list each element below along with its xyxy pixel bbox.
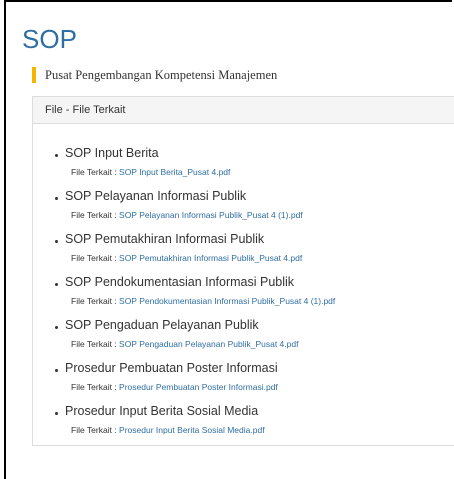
document-title: SOP Pengaduan Pelayanan Publik bbox=[55, 318, 259, 332]
accent-bar bbox=[32, 67, 36, 83]
document-title: SOP Pelayanan Informasi Publik bbox=[54, 189, 247, 203]
related-file-row: File Terkait : Prosedur Pembuatan Poster… bbox=[71, 382, 278, 392]
content-frame: SOP Pusat Pengembangan Kompetensi Manaje… bbox=[4, 0, 454, 479]
file-label: File Terkait : bbox=[71, 296, 120, 306]
document-title: Prosedur Pembuatan Poster Informasi bbox=[55, 361, 278, 375]
document-title: SOP Input Berita bbox=[55, 146, 159, 160]
file-label: File Terkait : bbox=[71, 253, 120, 263]
file-link[interactable]: SOP Pelayanan Informasi Publik_Pusat 4 (… bbox=[119, 210, 303, 220]
file-label: File Terkait : bbox=[71, 425, 120, 435]
file-link[interactable]: SOP Pendokumentasian Informasi Publik_Pu… bbox=[119, 296, 335, 306]
related-file-row: File Terkait : SOP Pemutakhiran Informas… bbox=[71, 253, 302, 263]
related-file-row: File Terkait : Prosedur Input Berita Sos… bbox=[71, 425, 265, 435]
file-link[interactable]: SOP Pemutakhiran Informasi Publik_Pusat … bbox=[119, 253, 302, 263]
related-file-row: File Terkait : SOP Pendokumentasian Info… bbox=[71, 296, 335, 306]
document-title: Prosedur Input Berita Sosial Media bbox=[54, 404, 259, 418]
related-files-panel: File - File Terkait SOP Input Berita Fil… bbox=[32, 96, 454, 446]
file-label: File Terkait : bbox=[71, 382, 120, 392]
file-link[interactable]: Prosedur Pembuatan Poster Informasi.pdf bbox=[119, 382, 278, 392]
page-subtitle: Pusat Pengembangan Kompetensi Manajemen bbox=[45, 67, 278, 82]
file-link[interactable]: SOP Pengaduan Pelayanan Publik_Pusat 4.p… bbox=[119, 339, 298, 349]
file-link[interactable]: Prosedur Input Berita Sosial Media.pdf bbox=[119, 425, 265, 435]
document-title: SOP Pemutakhiran Informasi Publik bbox=[54, 232, 265, 246]
subtitle-row: Pusat Pengembangan Kompetensi Manajemen bbox=[32, 67, 277, 83]
page-title: SOP bbox=[22, 24, 77, 54]
file-label: File Terkait : bbox=[71, 339, 120, 349]
file-label: File Terkait : bbox=[71, 167, 120, 177]
panel-header: File - File Terkait bbox=[33, 97, 454, 124]
related-file-row: File Terkait : SOP Pengaduan Pelayanan P… bbox=[71, 339, 298, 349]
file-link[interactable]: SOP Input Berita_Pusat 4.pdf bbox=[119, 167, 230, 177]
related-file-row: File Terkait : SOP Pelayanan Informasi P… bbox=[71, 210, 303, 220]
related-file-row: File Terkait : SOP Input Berita_Pusat 4.… bbox=[71, 167, 230, 177]
file-label: File Terkait : bbox=[71, 210, 120, 220]
document-title: SOP Pendokumentasian Informasi Publik bbox=[54, 275, 295, 289]
